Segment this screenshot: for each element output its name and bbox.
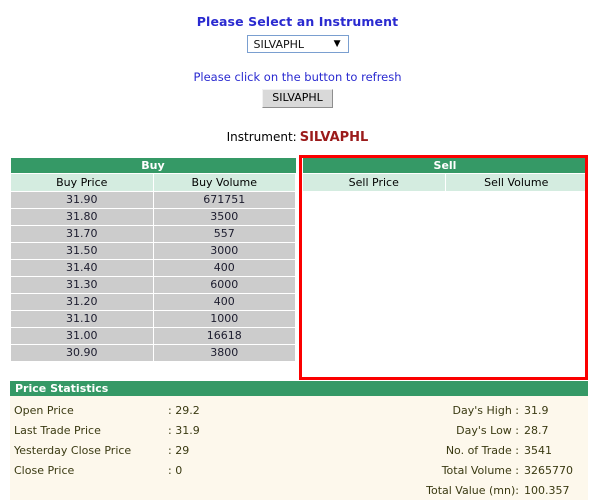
stat-row: Total Value (mn): 100.357 [300, 481, 588, 501]
stat-value: : 0 [168, 464, 183, 477]
stat-value: 3265770 [524, 464, 573, 477]
table-row: 31.80 3500 [10, 208, 296, 226]
buy-volume-column-header: Buy Volume [152, 173, 296, 192]
buy-volume-cell: 671751 [152, 191, 296, 209]
stat-label: Day's High : [452, 404, 519, 417]
buy-group-header-row: Buy [10, 158, 296, 174]
sell-group-header: Sell [302, 158, 588, 174]
buy-volume-cell: 1000 [152, 310, 296, 328]
stat-value: : 29 [168, 444, 190, 457]
stat-label: Yesterday Close Price [14, 444, 132, 457]
price-statistics-body: Open Price : 29.2 Last Trade Price : 31.9 Ye… [10, 396, 588, 500]
table-row: 31.10 1000 [10, 310, 296, 328]
instrument-selector-panel: Please Select an Instrument SILVAPHL ▼ P… [0, 0, 595, 145]
table-row: 31.30 6000 [10, 276, 296, 294]
sell-table: Sell Sell Price Sell Volume [302, 158, 588, 378]
buy-volume-cell: 6000 [152, 276, 296, 294]
stat-label: Open Price [14, 404, 74, 417]
stat-row: Last Trade Price : 31.9 [10, 421, 300, 441]
buy-table-head: Buy Buy Price Buy Volume [10, 158, 296, 192]
refresh-button-wrapper: SILVAPHL [0, 84, 595, 108]
price-statistics-panel: Price Statistics Open Price : 29.2 Last Tr… [10, 381, 588, 500]
market-depth-section: Buy Buy Price Buy Volume 31.90 671751 31.8… [10, 158, 588, 378]
buy-volume-cell: 3000 [152, 242, 296, 260]
buy-price-cell: 31.90 [10, 191, 154, 209]
table-row: 31.40 400 [10, 259, 296, 277]
price-statistics-left-column: Open Price : 29.2 Last Trade Price : 31.9 Ye… [10, 401, 300, 481]
sell-empty-row [302, 191, 588, 378]
refresh-button[interactable]: SILVAPHL [262, 89, 333, 108]
sell-volume-column-header: Sell Volume [444, 173, 588, 192]
instrument-heading: Instrument: SILVAPHL [0, 130, 595, 145]
stat-label: No. of Trade : [445, 444, 519, 457]
buy-volume-cell: 16618 [152, 327, 296, 345]
buy-volume-cell: 557 [152, 225, 296, 243]
buy-price-cell: 31.80 [10, 208, 154, 226]
buy-volume-cell: 400 [152, 259, 296, 277]
table-row: 31.00 16618 [10, 327, 296, 345]
buy-volume-cell: 400 [152, 293, 296, 311]
table-row: 31.50 3000 [10, 242, 296, 260]
stat-label: Last Trade Price [14, 424, 101, 437]
sell-table-container: Sell Sell Price Sell Volume [302, 158, 588, 378]
buy-table: Buy Buy Price Buy Volume 31.90 671751 31.8… [10, 158, 296, 362]
stat-value: 3541 [524, 444, 552, 457]
buy-price-cell: 31.20 [10, 293, 154, 311]
select-instrument-prompt: Please Select an Instrument [196, 14, 399, 29]
stat-value: 28.7 [524, 424, 549, 437]
stat-label: Day's Low : [456, 424, 519, 437]
instrument-heading-value: SILVAPHL [299, 130, 369, 145]
stat-value: : 31.9 [168, 424, 200, 437]
stat-value: 100.357 [524, 484, 570, 497]
stat-row: Day's Low : 28.7 [300, 421, 588, 441]
buy-price-cell: 30.90 [10, 344, 154, 362]
sell-table-head: Sell Sell Price Sell Volume [302, 158, 588, 192]
sell-price-column-header: Sell Price [302, 173, 446, 192]
instrument-select[interactable]: SILVAPHL ▼ [246, 35, 349, 53]
sell-empty-area [302, 191, 588, 378]
buy-volume-cell: 3800 [152, 344, 296, 362]
buy-group-header: Buy [10, 158, 296, 174]
table-row: 30.90 3800 [10, 344, 296, 362]
stat-row: Total Volume : 3265770 [300, 461, 588, 481]
price-statistics-right-column: Day's High : 31.9 Day's Low : 28.7 No. of Tr… [300, 401, 588, 501]
stat-label: Close Price [14, 464, 75, 477]
stat-row: Day's High : 31.9 [300, 401, 588, 421]
buy-column-header-row: Buy Price Buy Volume [10, 173, 296, 192]
price-statistics-title: Price Statistics [10, 381, 588, 396]
stat-value: : 29.2 [168, 404, 200, 417]
instrument-heading-label: Instrument: [226, 130, 297, 144]
instrument-select-wrapper: SILVAPHL ▼ [0, 35, 595, 53]
sell-column-header-row: Sell Price Sell Volume [302, 173, 588, 192]
stat-label: Total Volume : [441, 464, 519, 477]
buy-table-body: 31.90 671751 31.80 3500 31.70 557 31.50 3000 31.… [10, 191, 296, 362]
refresh-prompt: Please click on the button to refresh [193, 70, 402, 84]
table-row: 31.20 400 [10, 293, 296, 311]
sell-group-header-row: Sell [302, 158, 588, 174]
stat-label: Total Value (mn): [426, 484, 519, 497]
buy-price-cell: 31.50 [10, 242, 154, 260]
sell-table-body [302, 191, 588, 378]
stat-row: Close Price : 0 [10, 461, 300, 481]
buy-price-cell: 31.70 [10, 225, 154, 243]
stat-row: Open Price : 29.2 [10, 401, 300, 421]
buy-price-cell: 31.00 [10, 327, 154, 345]
buy-table-container: Buy Buy Price Buy Volume 31.90 671751 31.8… [10, 158, 296, 378]
buy-price-column-header: Buy Price [10, 173, 154, 192]
stat-row: Yesterday Close Price : 29 [10, 441, 300, 461]
stat-row: No. of Trade : 3541 [300, 441, 588, 461]
instrument-select-value: SILVAPHL [253, 38, 305, 51]
buy-price-cell: 31.30 [10, 276, 154, 294]
table-row: 31.90 671751 [10, 191, 296, 209]
buy-price-cell: 31.10 [10, 310, 154, 328]
chevron-down-icon: ▼ [333, 39, 341, 49]
buy-price-cell: 31.40 [10, 259, 154, 277]
buy-volume-cell: 3500 [152, 208, 296, 226]
stat-value: 31.9 [524, 404, 549, 417]
table-row: 31.70 557 [10, 225, 296, 243]
